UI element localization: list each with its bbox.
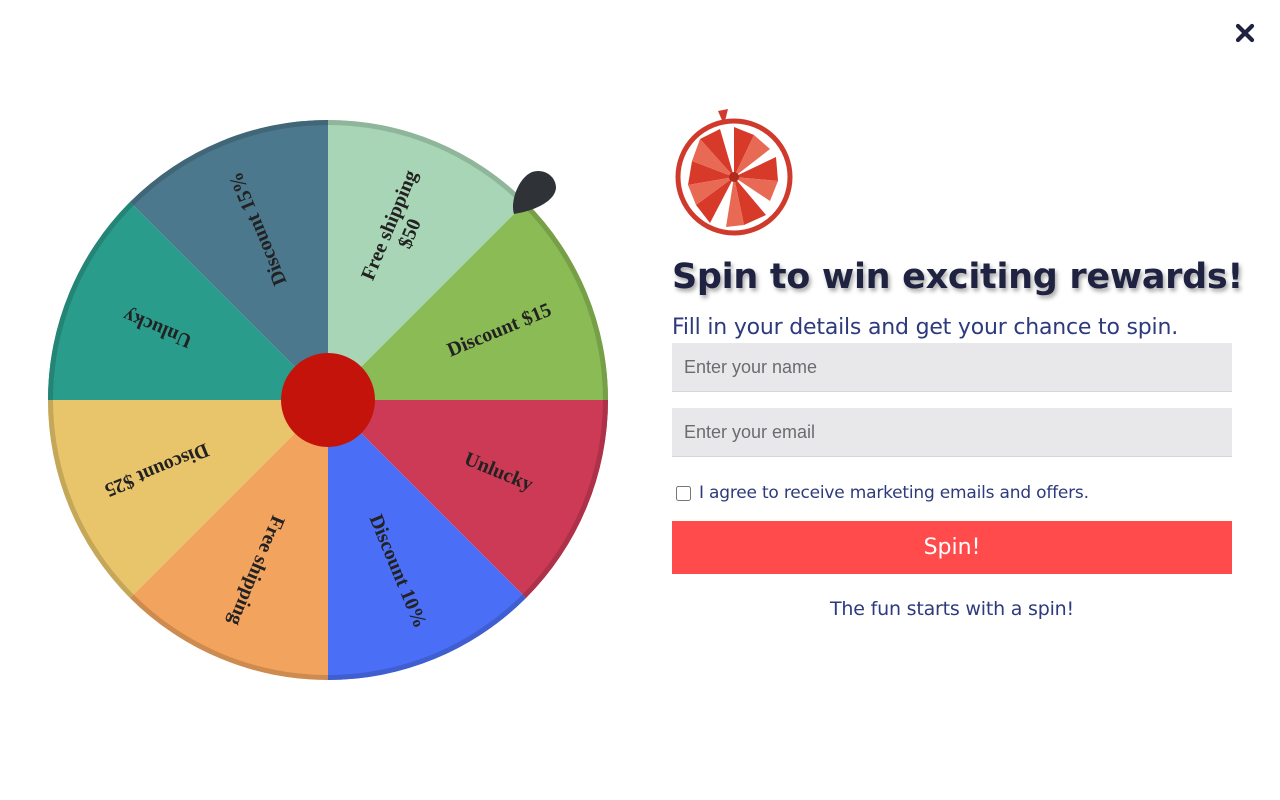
spin-button[interactable]: Spin!: [672, 521, 1232, 574]
email-input[interactable]: [672, 408, 1232, 457]
wheel-pointer-icon: [508, 168, 560, 220]
page-subtitle: Fill in your details and get your chance…: [672, 315, 1178, 340]
consent-label: I agree to receive marketing emails and …: [699, 483, 1089, 503]
name-input[interactable]: [672, 343, 1232, 392]
wheel-logo-icon: [670, 105, 800, 241]
tagline: The fun starts with a spin!: [830, 598, 1074, 620]
consent-checkbox[interactable]: [676, 485, 691, 501]
consent-row: I agree to receive marketing emails and …: [672, 483, 1232, 503]
close-icon[interactable]: [1232, 20, 1258, 46]
page-title: Spin to win exciting rewards!: [672, 257, 1244, 297]
spin-wheel-popup: Free shipping$50 Discount $15 Unlucky Disco…: [0, 0, 1280, 800]
signup-panel: Spin to win exciting rewards! Fill in yo…: [670, 105, 1244, 620]
wheel-hub: [281, 353, 375, 447]
